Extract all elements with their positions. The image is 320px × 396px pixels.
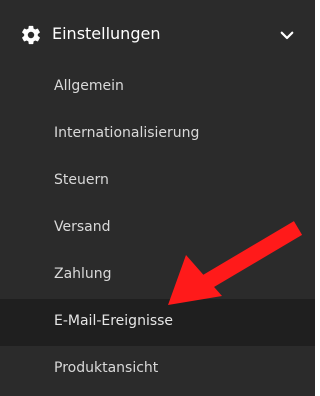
settings-menu-header[interactable]: Einstellungen bbox=[0, 10, 320, 62]
submenu-item-label: Internationalisierung bbox=[54, 125, 200, 141]
submenu-item-label: Zahlung bbox=[54, 266, 112, 282]
settings-menu-title: Einstellungen bbox=[52, 24, 161, 43]
settings-sidebar-menu: Einstellungen Allgemein Internationalisi… bbox=[0, 0, 320, 396]
settings-submenu: Allgemein Internationalisierung Steuern … bbox=[0, 64, 320, 393]
submenu-item-internationalisierung[interactable]: Internationalisierung bbox=[0, 111, 320, 158]
submenu-item-label: Allgemein bbox=[54, 78, 124, 94]
gear-icon bbox=[22, 25, 40, 45]
page-edge-divider bbox=[315, 0, 320, 396]
submenu-item-versand[interactable]: Versand bbox=[0, 205, 320, 252]
submenu-item-zahlung[interactable]: Zahlung bbox=[0, 252, 320, 299]
submenu-item-label: Produktansicht bbox=[54, 360, 159, 376]
submenu-item-allgemein[interactable]: Allgemein bbox=[0, 64, 320, 111]
submenu-item-label: Versand bbox=[54, 219, 111, 235]
submenu-item-label: Steuern bbox=[54, 172, 109, 188]
submenu-item-steuern[interactable]: Steuern bbox=[0, 158, 320, 205]
submenu-item-produktansicht[interactable]: Produktansicht bbox=[0, 346, 320, 393]
submenu-item-email-ereignisse[interactable]: E-Mail-Ereignisse bbox=[0, 299, 320, 346]
chevron-down-icon[interactable] bbox=[278, 26, 296, 44]
submenu-item-label: E-Mail-Ereignisse bbox=[54, 313, 174, 329]
